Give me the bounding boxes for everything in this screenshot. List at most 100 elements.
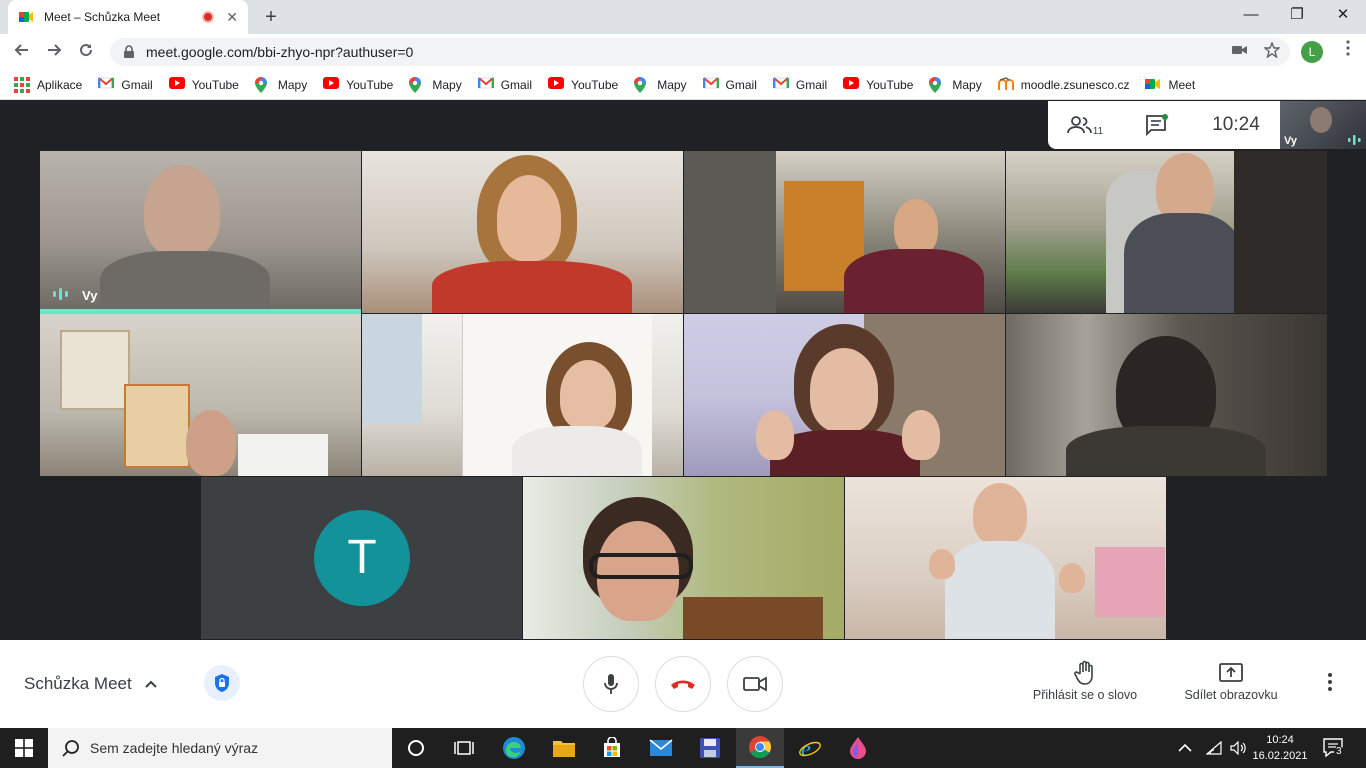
tab-close-button[interactable]: ✕ xyxy=(226,9,238,26)
notification-icon xyxy=(1323,738,1346,759)
search-placeholder: Sem zadejte hledaný výraz xyxy=(90,740,259,756)
folder-icon xyxy=(553,741,575,757)
file-explorer-app[interactable] xyxy=(540,728,588,768)
participant-tile[interactable] xyxy=(523,477,844,639)
participant-video xyxy=(894,199,938,255)
address-bar[interactable]: meet.google.com/bbi-zhyo-npr?authuser=0 xyxy=(110,38,1290,66)
taskbar-clock[interactable]: 10:24 16.02.2021 xyxy=(1248,732,1312,764)
browser-menu-button[interactable] xyxy=(1346,40,1350,61)
mail-app[interactable] xyxy=(637,728,685,768)
chrome-app[interactable] xyxy=(736,728,784,768)
back-button[interactable] xyxy=(8,38,36,66)
participant-tile[interactable]: T xyxy=(201,477,522,639)
participant-video xyxy=(1234,151,1327,313)
action-center-button[interactable]: 3 xyxy=(1322,736,1346,760)
reload-button[interactable] xyxy=(72,38,100,66)
tab-meet[interactable]: Meet – Schůzka Meet ✕ xyxy=(8,0,248,34)
host-controls-button[interactable] xyxy=(204,665,240,701)
bookmark-youtube[interactable]: YouTube xyxy=(168,76,239,93)
participant-tile[interactable] xyxy=(362,314,683,476)
participant-tile[interactable] xyxy=(684,151,1005,313)
participant-video xyxy=(100,251,270,313)
star-icon[interactable] xyxy=(1264,42,1280,58)
internet-explorer-app[interactable]: e xyxy=(786,728,834,768)
participant-video xyxy=(144,165,220,257)
cortana-icon xyxy=(408,740,424,756)
participant-tile[interactable] xyxy=(362,151,683,313)
notification-count: 3 xyxy=(1336,746,1342,757)
save-app[interactable] xyxy=(686,728,734,768)
url-text[interactable]: meet.google.com/bbi-zhyo-npr?authuser=0 xyxy=(146,44,413,60)
meeting-details-button[interactable]: Schůzka Meet xyxy=(24,674,158,694)
store-app[interactable] xyxy=(588,728,636,768)
paint-app[interactable] xyxy=(834,728,882,768)
participant-tile[interactable] xyxy=(1006,314,1327,476)
close-window-button[interactable]: ✕ xyxy=(1320,0,1366,30)
self-label: Vy xyxy=(1284,135,1298,147)
camera-icon[interactable] xyxy=(1232,43,1248,57)
present-screen-button[interactable]: Sdílet obrazovku xyxy=(1180,658,1282,702)
bookmark-aplikace[interactable]: Aplikace xyxy=(14,76,82,93)
self-view[interactable]: Vy xyxy=(1280,101,1366,149)
participant-video xyxy=(560,360,616,430)
more-options-button[interactable] xyxy=(1327,672,1333,696)
participant-tile[interactable]: Vy xyxy=(40,151,361,313)
maps-icon xyxy=(254,76,271,93)
bookmark-label: Gmail xyxy=(725,77,757,92)
edge-icon xyxy=(503,737,525,759)
leave-call-button[interactable] xyxy=(655,656,711,712)
participant-tile[interactable] xyxy=(40,314,361,476)
bookmark-gmail[interactable]: Gmail xyxy=(477,76,532,93)
bookmark-label: Mapy xyxy=(432,77,462,92)
bookmark-gmail[interactable]: Gmail xyxy=(702,76,757,93)
volume-icon[interactable] xyxy=(1230,741,1248,755)
bookmark-label: Meet xyxy=(1168,77,1196,92)
bookmark-mapy[interactable]: Mapy xyxy=(254,76,307,93)
participant-video xyxy=(844,249,984,313)
bookmark-meet[interactable]: Meet xyxy=(1145,77,1195,93)
bookmark-mapy[interactable]: Mapy xyxy=(634,76,687,93)
bookmark-mapy[interactable]: Mapy xyxy=(409,76,462,93)
cortana-button[interactable] xyxy=(392,728,440,768)
people-button[interactable]: 11 xyxy=(1048,114,1122,137)
task-view-icon xyxy=(454,741,474,755)
edge-app[interactable] xyxy=(490,728,538,768)
profile-avatar[interactable]: L xyxy=(1301,41,1323,63)
bookmark-gmail[interactable]: Gmail xyxy=(98,76,153,93)
participant-video xyxy=(684,151,776,313)
wifi-icon[interactable] xyxy=(1206,741,1222,755)
participant-tile[interactable] xyxy=(845,477,1166,639)
bookmark-moodle-zsunesco-cz[interactable]: moodle.zsunesco.cz xyxy=(997,76,1129,93)
taskbar-search[interactable]: Sem zadejte hledaný výraz xyxy=(48,728,392,768)
youtube-icon xyxy=(168,76,185,93)
chat-button[interactable] xyxy=(1122,114,1192,136)
bookmark-gmail[interactable]: Gmail xyxy=(772,76,827,93)
gmail-icon xyxy=(477,76,494,93)
bookmark-mapy[interactable]: Mapy xyxy=(929,76,982,93)
bookmark-youtube[interactable]: YouTube xyxy=(548,76,618,93)
lock-icon[interactable] xyxy=(122,45,136,59)
minimize-button[interactable]: — xyxy=(1228,0,1274,30)
gmail-icon xyxy=(702,76,719,93)
microphone-button[interactable] xyxy=(583,656,639,712)
new-tab-button[interactable]: + xyxy=(258,4,284,30)
raise-hand-button[interactable]: Přihlásit se o slovo xyxy=(1027,658,1143,702)
youtube-icon xyxy=(548,76,565,93)
task-view-button[interactable] xyxy=(440,728,488,768)
windows-logo-icon xyxy=(15,739,33,757)
participant-video xyxy=(1095,547,1165,617)
forward-button[interactable] xyxy=(40,38,68,66)
chevron-up-icon[interactable] xyxy=(1178,743,1192,753)
participant-video xyxy=(60,330,130,410)
bookmark-label: YouTube xyxy=(191,77,239,92)
camera-button[interactable] xyxy=(727,656,783,712)
youtube-icon xyxy=(323,76,340,93)
meeting-title: Schůzka Meet xyxy=(24,674,132,693)
participant-video xyxy=(238,434,328,476)
restore-button[interactable]: ❐ xyxy=(1274,0,1320,30)
participant-tile[interactable] xyxy=(684,314,1005,476)
start-button[interactable] xyxy=(0,728,48,768)
participant-tile[interactable] xyxy=(1006,151,1327,313)
bookmark-youtube[interactable]: YouTube xyxy=(843,76,913,93)
bookmark-youtube[interactable]: YouTube xyxy=(323,76,393,93)
